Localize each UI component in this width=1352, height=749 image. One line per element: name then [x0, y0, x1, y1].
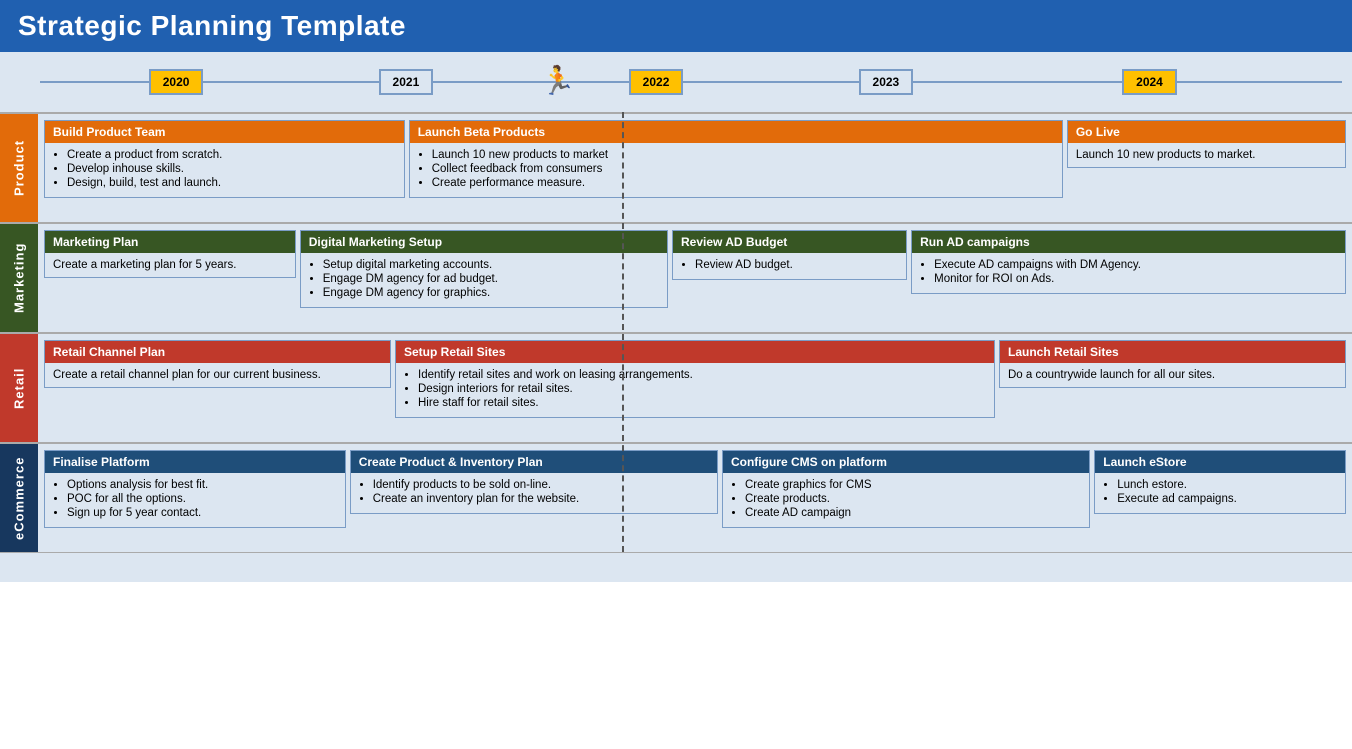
- retail-label: Retail: [0, 334, 38, 442]
- card-header-setup-retail-sites: Setup Retail Sites: [396, 341, 994, 363]
- year-2024: 2024: [1122, 69, 1177, 95]
- card-header-launch-estore: Launch eStore: [1095, 451, 1345, 473]
- card-setup-retail-sites: Setup Retail Sites Identify retail sites…: [395, 340, 995, 418]
- card-body-create-product-inventory-plan: Identify products to be sold on-line. Cr…: [351, 473, 717, 513]
- year-2021: 2021: [379, 69, 434, 95]
- card-create-product-inventory-plan: Create Product & Inventory Plan Identify…: [350, 450, 718, 514]
- card-configure-cms-platform: Configure CMS on platform Create graphic…: [722, 450, 1090, 528]
- card-body-run-ad-campaigns: Execute AD campaigns with DM Agency. Mon…: [912, 253, 1345, 293]
- timeline: 2020 2021 2022 2023 2024 🏃: [0, 52, 1352, 112]
- card-header-launch-beta-products: Launch Beta Products: [410, 121, 1062, 143]
- page-title: Strategic Planning Template: [0, 0, 1352, 52]
- card-go-live: Go Live Launch 10 new products to market…: [1067, 120, 1346, 168]
- card-launch-estore: Launch eStore Lunch estore. Execute ad c…: [1094, 450, 1346, 514]
- card-body-setup-retail-sites: Identify retail sites and work on leasin…: [396, 363, 994, 417]
- card-retail-channel-plan: Retail Channel Plan Create a retail chan…: [44, 340, 391, 388]
- year-2022: 2022: [629, 69, 684, 95]
- card-header-create-product-inventory-plan: Create Product & Inventory Plan: [351, 451, 717, 473]
- year-2023: 2023: [859, 69, 914, 95]
- card-header-go-live: Go Live: [1068, 121, 1345, 143]
- card-body-launch-estore: Lunch estore. Execute ad campaigns.: [1095, 473, 1345, 513]
- card-header-digital-marketing-setup: Digital Marketing Setup: [301, 231, 667, 253]
- main-content: Product Build Product Team Create a prod…: [0, 112, 1352, 552]
- card-launch-retail-sites: Launch Retail Sites Do a countrywide lau…: [999, 340, 1346, 388]
- card-build-product-team: Build Product Team Create a product from…: [44, 120, 405, 198]
- runner-icon: 🏃: [541, 64, 576, 97]
- current-marker-line: [622, 112, 624, 552]
- card-header-review-ad-budget: Review AD Budget: [673, 231, 906, 253]
- card-finalise-platform: Finalise Platform Options analysis for b…: [44, 450, 346, 528]
- card-header-finalise-platform: Finalise Platform: [45, 451, 345, 473]
- product-section: Product Build Product Team Create a prod…: [0, 112, 1352, 222]
- card-body-configure-cms-platform: Create graphics for CMS Create products.…: [723, 473, 1089, 527]
- card-body-launch-retail-sites: Do a countrywide launch for all our site…: [1000, 363, 1345, 387]
- ecommerce-label: eCommerce: [0, 444, 38, 552]
- card-body-digital-marketing-setup: Setup digital marketing accounts. Engage…: [301, 253, 667, 307]
- card-review-ad-budget: Review AD Budget Review AD budget.: [672, 230, 907, 280]
- bottom-bar: [0, 552, 1352, 582]
- card-marketing-plan: Marketing Plan Create a marketing plan f…: [44, 230, 296, 278]
- card-digital-marketing-setup: Digital Marketing Setup Setup digital ma…: [300, 230, 668, 308]
- year-2020: 2020: [149, 69, 204, 95]
- card-body-review-ad-budget: Review AD budget.: [673, 253, 906, 279]
- card-header-launch-retail-sites: Launch Retail Sites: [1000, 341, 1345, 363]
- marketing-section: Marketing Marketing Plan Create a market…: [0, 222, 1352, 332]
- card-header-build-product-team: Build Product Team: [45, 121, 404, 143]
- card-body-launch-beta-products: Launch 10 new products to market Collect…: [410, 143, 1062, 197]
- marketing-cards: Marketing Plan Create a marketing plan f…: [38, 224, 1352, 332]
- card-body-marketing-plan: Create a marketing plan for 5 years.: [45, 253, 295, 277]
- card-header-marketing-plan: Marketing Plan: [45, 231, 295, 253]
- card-run-ad-campaigns: Run AD campaigns Execute AD campaigns wi…: [911, 230, 1346, 294]
- card-body-finalise-platform: Options analysis for best fit. POC for a…: [45, 473, 345, 527]
- card-header-run-ad-campaigns: Run AD campaigns: [912, 231, 1345, 253]
- retail-cards: Retail Channel Plan Create a retail chan…: [38, 334, 1352, 442]
- card-header-retail-channel-plan: Retail Channel Plan: [45, 341, 390, 363]
- card-body-retail-channel-plan: Create a retail channel plan for our cur…: [45, 363, 390, 387]
- marketing-label: Marketing: [0, 224, 38, 332]
- ecommerce-section: eCommerce Finalise Platform Options anal…: [0, 442, 1352, 552]
- card-header-configure-cms-platform: Configure CMS on platform: [723, 451, 1089, 473]
- card-launch-beta-products: Launch Beta Products Launch 10 new produ…: [409, 120, 1063, 198]
- retail-section: Retail Retail Channel Plan Create a reta…: [0, 332, 1352, 442]
- product-cards: Build Product Team Create a product from…: [38, 114, 1352, 222]
- card-body-go-live: Launch 10 new products to market.: [1068, 143, 1345, 167]
- ecommerce-cards: Finalise Platform Options analysis for b…: [38, 444, 1352, 552]
- product-label: Product: [0, 114, 38, 222]
- card-body-build-product-team: Create a product from scratch. Develop i…: [45, 143, 404, 197]
